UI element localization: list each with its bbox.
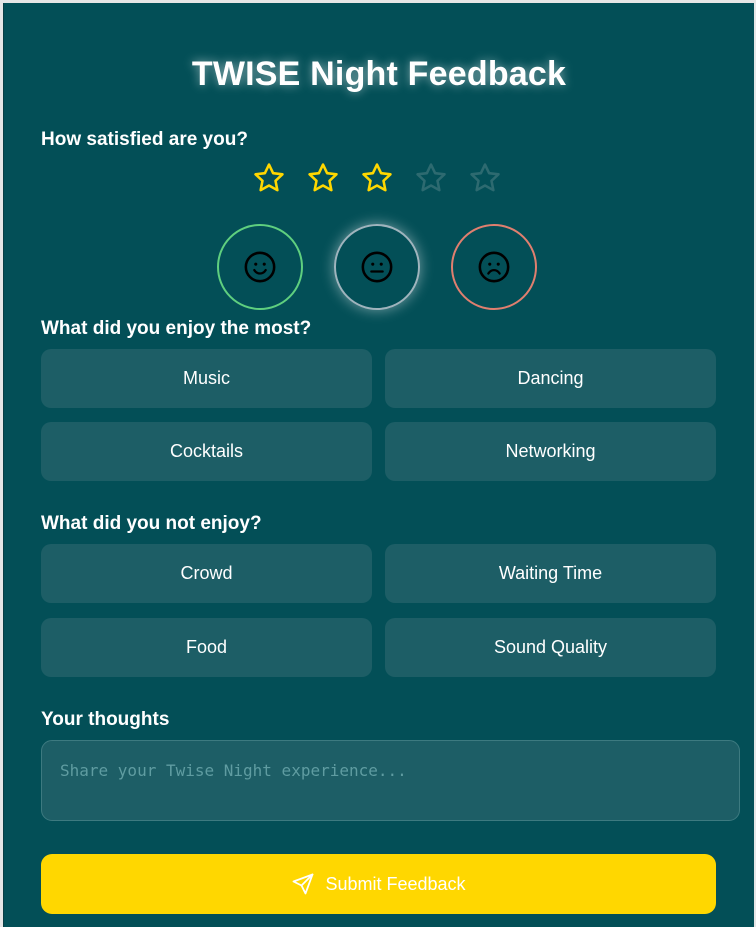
- star-5-icon[interactable]: [468, 161, 502, 195]
- neutral-face-icon: [361, 251, 393, 283]
- not-enjoy-option-waiting-time[interactable]: Waiting Time: [385, 544, 716, 603]
- star-1-icon[interactable]: [252, 161, 286, 195]
- submit-label: Submit Feedback: [325, 873, 466, 894]
- submit-feedback-button[interactable]: Submit Feedback: [41, 854, 716, 914]
- send-icon: [293, 873, 314, 895]
- mood-neutral-button[interactable]: [334, 224, 420, 310]
- thoughts-label: Your thoughts: [41, 709, 170, 730]
- enjoy-option-music[interactable]: Music: [41, 349, 372, 408]
- page-title: TWISE Night Feedback: [191, 55, 567, 93]
- not-enjoy-option-sound-quality[interactable]: Sound Quality: [385, 618, 716, 677]
- star-3-icon[interactable]: [360, 161, 394, 195]
- feedback-form: TWISE Night Feedback How satisfied are y…: [3, 3, 754, 927]
- star-4-icon[interactable]: [414, 161, 448, 195]
- thoughts-placeholder: Share your Twise Night experience...: [60, 761, 407, 780]
- smile-face-icon: [244, 251, 276, 283]
- thoughts-textarea[interactable]: Share your Twise Night experience...: [41, 740, 740, 821]
- frown-face-icon: [478, 251, 510, 283]
- enjoy-option-cocktails[interactable]: Cocktails: [41, 422, 372, 481]
- mood-sad-button[interactable]: [451, 224, 537, 310]
- star-2-icon[interactable]: [306, 161, 340, 195]
- mood-happy-button[interactable]: [217, 224, 303, 310]
- enjoy-label: What did you enjoy the most?: [41, 318, 312, 339]
- not-enjoy-option-food[interactable]: Food: [41, 618, 372, 677]
- enjoy-option-networking[interactable]: Networking: [385, 422, 716, 481]
- not-enjoy-option-crowd[interactable]: Crowd: [41, 544, 372, 603]
- rating-label: How satisfied are you?: [41, 129, 248, 150]
- enjoy-option-dancing[interactable]: Dancing: [385, 349, 716, 408]
- not-enjoy-label: What did you not enjoy?: [41, 513, 262, 534]
